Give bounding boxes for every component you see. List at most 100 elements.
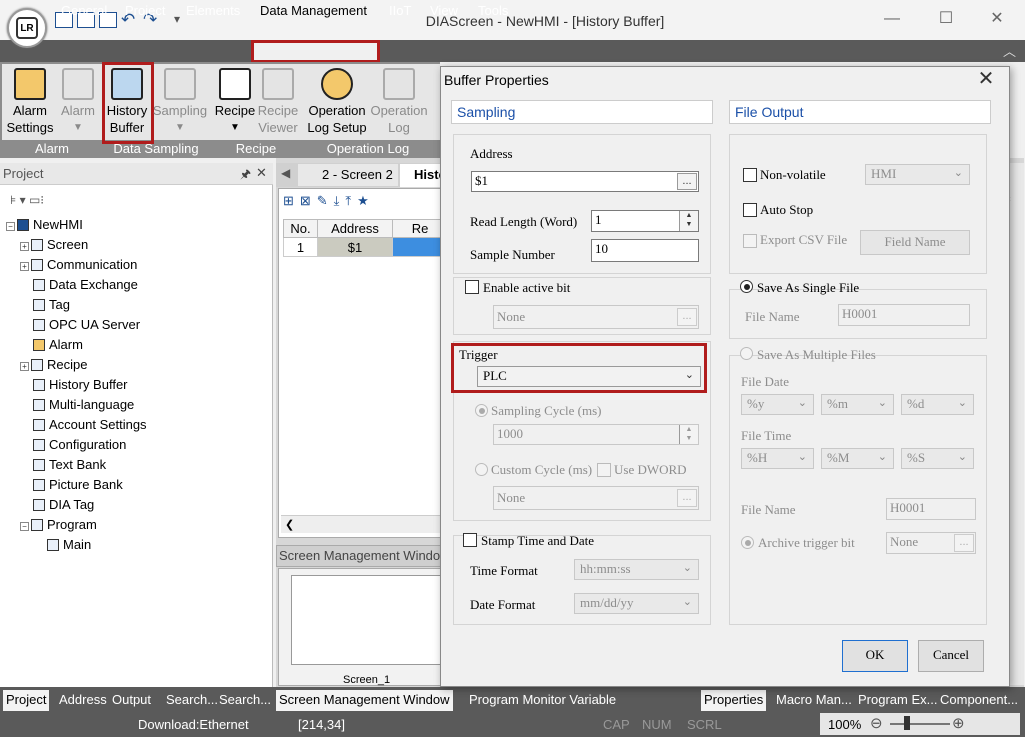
archive-trigger-browse-button[interactable]: ... xyxy=(954,534,974,552)
export-csv-checkbox[interactable] xyxy=(743,234,757,248)
tree-item-screen[interactable]: + Screen xyxy=(20,235,88,255)
file-date-month-select[interactable]: %m ⌄ xyxy=(821,394,894,415)
address-input[interactable]: $1 xyxy=(471,171,699,192)
menu-elements[interactable]: Elements xyxy=(186,2,240,20)
tree-item-configuration[interactable]: Configuration xyxy=(33,435,126,455)
grid-cell-no[interactable]: 1 xyxy=(283,237,318,257)
menu-data-management[interactable]: Data Management xyxy=(260,2,367,20)
sampling-button[interactable]: Sampling ▼ xyxy=(152,66,208,142)
tree-item-opc-ua-server[interactable]: OPC UA Server xyxy=(33,315,140,335)
tab-macro-manager[interactable]: Macro Man... xyxy=(773,690,855,711)
horizontal-scrollbar[interactable]: ❮ xyxy=(281,515,446,533)
buffer-toolbar-icons[interactable]: ⊞⊠✎⤓⤒★ xyxy=(283,193,375,209)
save-single-file-radio[interactable] xyxy=(740,280,753,293)
tab-address[interactable]: Address xyxy=(56,690,110,711)
close-panel-icon[interactable]: ✕ xyxy=(256,165,267,181)
grid-header-address[interactable]: Address xyxy=(317,219,393,238)
tree-item-text-bank[interactable]: Text Bank xyxy=(33,455,106,475)
menu-view[interactable]: View xyxy=(430,2,458,20)
tab-project[interactable]: Project xyxy=(3,690,50,711)
tab-screen-2[interactable]: 2 - Screen 2 xyxy=(298,164,398,186)
zoom-slider[interactable] xyxy=(890,723,950,725)
sample-number-input[interactable]: 10 xyxy=(591,239,699,262)
operation-log-button[interactable]: Operation Log xyxy=(369,66,429,142)
read-length-spinner[interactable]: ▲ ▼ xyxy=(679,211,698,231)
zoom-in-icon[interactable]: ⊕ xyxy=(952,714,965,732)
tab-scroll-left-icon[interactable]: ◀ xyxy=(281,166,290,180)
maximize-button[interactable]: ☐ xyxy=(926,8,966,32)
screen-thumbnail[interactable] xyxy=(291,575,441,665)
menu-general[interactable]: General xyxy=(61,2,107,20)
tab-screen-management[interactable]: Screen Management Window xyxy=(276,690,453,711)
tree-item-alarm[interactable]: Alarm xyxy=(33,335,83,355)
sampling-cycle-input[interactable]: 1000 xyxy=(493,424,699,445)
alarm-settings-button[interactable]: Alarm Settings xyxy=(4,66,56,142)
tree-item-program[interactable]: − Program xyxy=(20,515,97,535)
tree-item-history-buffer[interactable]: History Buffer xyxy=(33,375,128,395)
tree-item-picture-bank[interactable]: Picture Bank xyxy=(33,475,123,495)
recipe-viewer-button[interactable]: Recipe Viewer xyxy=(257,66,299,142)
dialog-close-button[interactable]: ✕ xyxy=(971,67,1001,93)
tree-item-recipe[interactable]: + Recipe xyxy=(20,355,87,375)
custom-cycle-browse-button[interactable]: ... xyxy=(677,489,697,507)
tree-root[interactable]: − NewHMI xyxy=(6,215,83,235)
auto-stop-checkbox[interactable] xyxy=(743,203,757,217)
tree-toolbar-icons[interactable]: ⊧ ▾ ▭⁝ xyxy=(10,193,44,207)
tree-item-tag[interactable]: Tag xyxy=(33,295,70,315)
file-date-year-select[interactable]: %y ⌄ xyxy=(741,394,814,415)
custom-cycle-input[interactable]: None xyxy=(493,486,699,510)
active-bit-input[interactable]: None xyxy=(493,305,699,329)
address-browse-button[interactable]: ... xyxy=(677,173,697,190)
tab-program-explorer[interactable]: Program Ex... xyxy=(855,690,940,711)
trigger-select[interactable]: PLC ⌄ xyxy=(477,366,701,387)
tree-item-main[interactable]: Main xyxy=(47,535,91,555)
app-logo-icon[interactable]: LR xyxy=(7,8,47,48)
zoom-out-icon[interactable]: ⊖ xyxy=(870,714,883,732)
tab-search-1[interactable]: Search... xyxy=(163,690,221,711)
tree-item-account-settings[interactable]: Account Settings xyxy=(33,415,147,435)
tree-item-data-exchange[interactable]: Data Exchange xyxy=(33,275,138,295)
sampling-cycle-spinner[interactable]: ▲ ▼ xyxy=(679,425,698,444)
date-format-select[interactable]: mm/dd/yy ⌄ xyxy=(574,593,699,614)
use-dword-checkbox[interactable] xyxy=(597,463,611,477)
non-volatile-checkbox[interactable] xyxy=(743,168,757,182)
file-date-day-select[interactable]: %d ⌄ xyxy=(901,394,974,415)
ok-button[interactable]: OK xyxy=(842,640,908,672)
zoom-slider-thumb[interactable] xyxy=(904,716,910,730)
operation-log-setup-button[interactable]: Operation Log Setup xyxy=(305,66,369,142)
recipe-button[interactable]: Recipe ▼ xyxy=(213,66,257,142)
file-time-minute-select[interactable]: %M ⌄ xyxy=(821,448,894,469)
file-time-hour-select[interactable]: %H ⌄ xyxy=(741,448,814,469)
file-name-input[interactable]: H0001 xyxy=(838,304,970,326)
menu-project[interactable]: Project xyxy=(125,2,165,20)
stamp-time-date-checkbox[interactable] xyxy=(463,533,477,547)
tab-program-monitor[interactable]: Program Monitor Variable xyxy=(466,690,619,711)
cancel-button[interactable]: Cancel xyxy=(918,640,984,672)
minimize-button[interactable]: — xyxy=(872,8,912,32)
pin-icon[interactable]: 🖈 xyxy=(240,165,251,186)
custom-cycle-radio[interactable] xyxy=(475,463,488,476)
tree-item-multi-language[interactable]: Multi-language xyxy=(33,395,134,415)
sampling-cycle-radio[interactable] xyxy=(475,404,488,417)
save-multiple-files-radio[interactable] xyxy=(740,347,753,360)
tab-search-2[interactable]: Search... xyxy=(216,690,274,711)
archive-trigger-radio[interactable] xyxy=(741,536,754,549)
active-bit-browse-button[interactable]: ... xyxy=(677,308,697,326)
tab-properties[interactable]: Properties xyxy=(701,690,767,711)
file-name2-input[interactable]: H0001 xyxy=(886,498,976,520)
alarm-button[interactable]: Alarm ▼ xyxy=(56,66,100,142)
grid-cell-address[interactable]: $1 xyxy=(317,237,393,257)
time-format-select[interactable]: hh:mm:ss ⌄ xyxy=(574,559,699,580)
grid-header-no[interactable]: No. xyxy=(283,219,318,238)
tab-component[interactable]: Component... xyxy=(937,690,1021,711)
non-volatile-select[interactable]: HMI ⌄ xyxy=(865,164,970,185)
tree-item-communication[interactable]: + Communication xyxy=(20,255,137,275)
customize-toolbar-icon[interactable]: ▾ xyxy=(174,12,180,26)
collapse-ribbon-icon[interactable]: ︿ xyxy=(1003,41,1016,60)
menu-iiot[interactable]: IIoT xyxy=(389,2,411,20)
tab-output[interactable]: Output xyxy=(109,690,154,711)
field-name-button[interactable]: Field Name xyxy=(860,230,970,255)
enable-active-bit-checkbox[interactable] xyxy=(465,280,479,294)
tree-item-dia-tag[interactable]: DIA Tag xyxy=(33,495,94,515)
file-time-second-select[interactable]: %S ⌄ xyxy=(901,448,974,469)
